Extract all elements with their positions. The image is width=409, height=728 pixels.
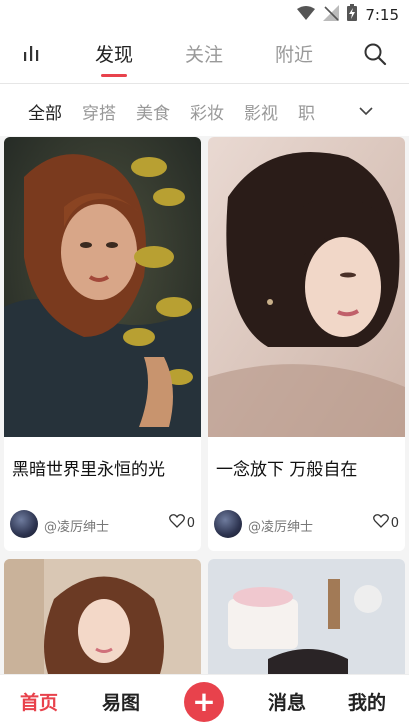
like-button[interactable]: 0: [372, 514, 399, 532]
avatar[interactable]: [214, 510, 242, 538]
category-all[interactable]: 全部: [28, 99, 62, 124]
clock: 7:15: [365, 5, 399, 24]
nav-profile[interactable]: 我的: [348, 688, 386, 715]
category-outfit[interactable]: 穿搭: [82, 99, 116, 124]
add-post-button[interactable]: +: [184, 682, 224, 722]
like-count: 0: [390, 515, 399, 531]
signal-off-icon: [323, 4, 340, 25]
category-film[interactable]: 影视: [244, 99, 278, 124]
avatar[interactable]: [10, 510, 38, 538]
top-nav: 发现 关注 附近: [0, 28, 409, 84]
author-name[interactable]: @凌厉绅士: [44, 516, 109, 535]
post-image: [4, 137, 201, 437]
post-title: 一念放下 万般自在: [216, 460, 358, 480]
tab-nearby[interactable]: 附近: [275, 40, 313, 67]
category-job[interactable]: 职: [298, 99, 315, 124]
bar-chart-icon[interactable]: [22, 44, 40, 66]
nav-easy-image[interactable]: 易图: [102, 688, 140, 715]
bottom-nav: 首页 易图 + 消息 我的: [0, 674, 409, 728]
chevron-down-icon[interactable]: [359, 101, 373, 120]
post-image: [208, 559, 405, 689]
wifi-icon: [297, 5, 316, 24]
feed-card[interactable]: 一念放下 万般自在 @凌厉绅士 0: [208, 137, 405, 551]
category-makeup[interactable]: 彩妆: [190, 99, 224, 124]
feed-card[interactable]: [4, 559, 201, 689]
like-button[interactable]: 0: [168, 514, 195, 532]
category-food[interactable]: 美食: [136, 99, 170, 124]
nav-messages[interactable]: 消息: [268, 688, 306, 715]
post-title: 黑暗世界里永恒的光: [12, 460, 165, 480]
post-image: [4, 559, 201, 689]
status-bar: 7:15: [0, 0, 409, 28]
category-bar: 全部 穿搭 美食 彩妆 影视 职: [0, 84, 409, 136]
author-name[interactable]: @凌厉绅士: [248, 516, 313, 535]
battery-charging-icon: [347, 4, 358, 25]
nav-home[interactable]: 首页: [20, 688, 58, 715]
tab-following[interactable]: 关注: [185, 40, 223, 67]
like-count: 0: [186, 515, 195, 531]
feed-card[interactable]: 黑暗世界里永恒的光 @凌厉绅士 0: [4, 137, 201, 551]
heart-icon: [372, 514, 389, 532]
post-meta: @凌厉绅士 0: [214, 510, 399, 538]
search-icon[interactable]: [363, 42, 387, 70]
heart-icon: [168, 514, 185, 532]
post-image: [208, 137, 405, 437]
post-meta: @凌厉绅士 0: [10, 510, 195, 538]
feed-card[interactable]: [208, 559, 405, 689]
tab-discover[interactable]: 发现: [95, 40, 133, 77]
